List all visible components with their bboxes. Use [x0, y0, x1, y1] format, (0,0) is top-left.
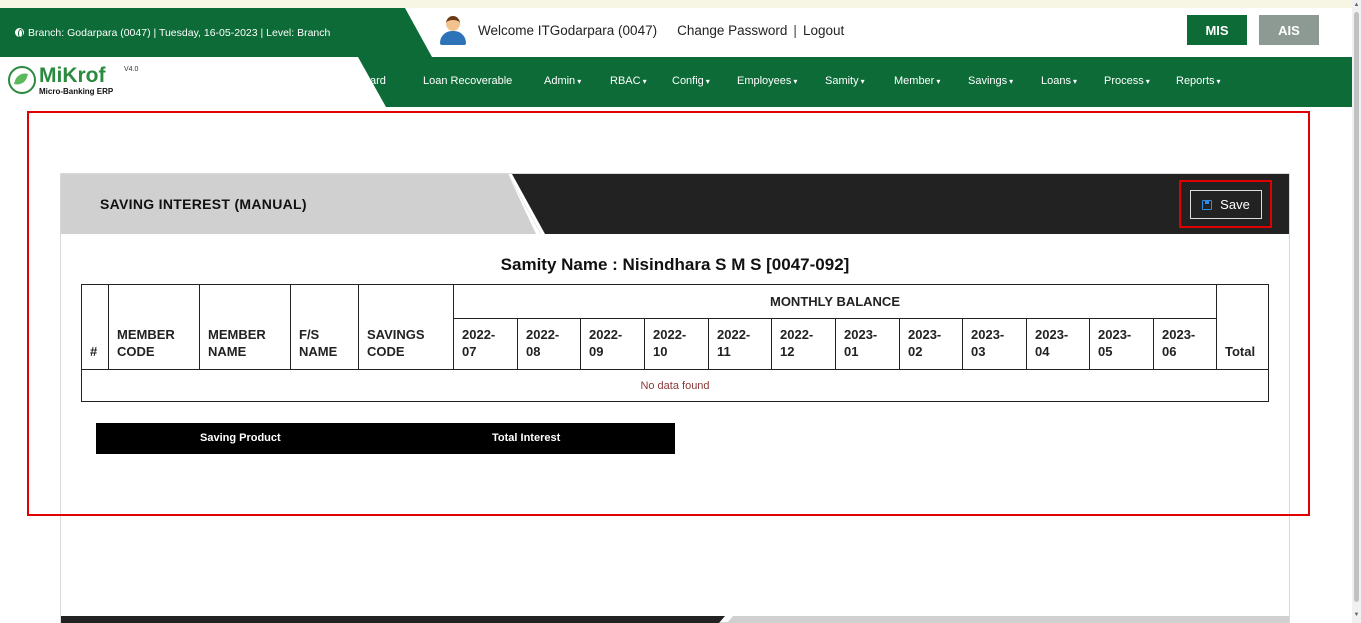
chevron-down-icon: ▾: [1216, 77, 1221, 86]
nav-item-employees[interactable]: Employees ▾: [737, 75, 797, 87]
nav-item-loans[interactable]: Loans ▾: [1041, 75, 1077, 87]
chevron-down-icon: ▾: [705, 77, 710, 86]
next-panel-header-dark: [61, 616, 725, 623]
nav-item-member[interactable]: Member ▾: [894, 75, 940, 87]
nav-item-reports[interactable]: Reports ▾: [1176, 75, 1221, 87]
logo-name: MiKrof: [39, 64, 106, 87]
chevron-down-icon: ▾: [577, 77, 582, 86]
nav-item-loan-recoverable[interactable]: Loan Recoverable: [423, 75, 512, 87]
scroll-down-arrow-icon[interactable]: ▼: [1352, 610, 1361, 620]
logout-link[interactable]: Logout: [803, 23, 844, 38]
top-strip: [0, 0, 1352, 8]
nav-item-savings[interactable]: Savings ▾: [968, 75, 1013, 87]
welcome-area: Welcome ITGodarpara (0047) Change Passwo…: [440, 14, 844, 46]
header-separator: |: [793, 22, 797, 38]
nav-item-rbac[interactable]: RBAC ▾: [610, 75, 647, 87]
logo-version: V4.0: [124, 66, 139, 73]
branch-info-text: Branch: Godarpara (0047) | Tuesday, 16-0…: [28, 26, 331, 39]
mikrof-logo[interactable]: MiKrof V4.0 Micro-Banking ERP: [8, 64, 158, 104]
branch-info-bar: Branch: Godarpara (0047) | Tuesday, 16-0…: [0, 8, 432, 57]
nav-item-process[interactable]: Process ▾: [1104, 75, 1150, 87]
ais-button[interactable]: AIS: [1259, 15, 1319, 45]
user-avatar-icon: [440, 15, 466, 45]
globe-icon: [15, 28, 24, 38]
next-panel-header-light: [727, 616, 1289, 623]
chevron-down-icon: ▾: [793, 77, 798, 86]
nav-item-config[interactable]: Config ▾: [672, 75, 710, 87]
scroll-up-arrow-icon[interactable]: ▲: [1352, 0, 1361, 10]
nav-item-admin[interactable]: Admin ▾: [544, 75, 581, 87]
mis-button[interactable]: MIS: [1187, 15, 1247, 45]
logo-leaf-icon: [8, 66, 36, 94]
chevron-down-icon: ▾: [1072, 77, 1077, 86]
nav-item-dashboard[interactable]: ard: [370, 75, 386, 87]
chevron-down-icon: ▾: [642, 77, 647, 86]
nav-item-samity[interactable]: Samity ▾: [825, 75, 865, 87]
chevron-down-icon: ▾: [1009, 77, 1014, 86]
chevron-down-icon: ▾: [860, 77, 865, 86]
chevron-down-icon: ▾: [1145, 77, 1150, 86]
highlight-region-box: [27, 111, 1310, 516]
app-root: Branch: Godarpara (0047) | Tuesday, 16-0…: [0, 0, 1361, 623]
chevron-down-icon: ▾: [936, 77, 941, 86]
change-password-link[interactable]: Change Password: [677, 23, 787, 38]
logo-subtitle: Micro-Banking ERP: [39, 87, 114, 96]
welcome-text: Welcome ITGodarpara (0047): [478, 22, 658, 38]
scrollbar-thumb[interactable]: [1354, 12, 1359, 602]
